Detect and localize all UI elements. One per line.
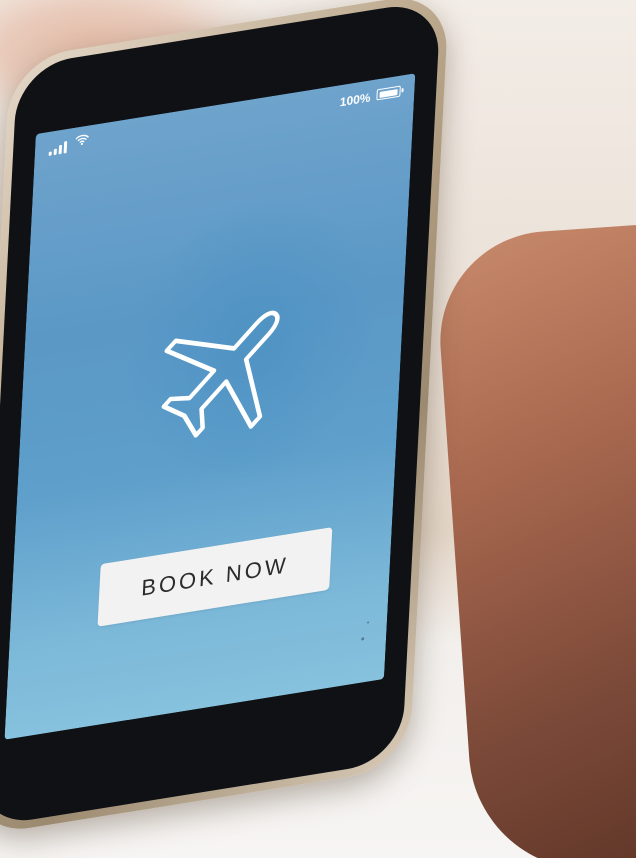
airplane-icon (161, 310, 280, 438)
battery-icon (376, 85, 401, 101)
smartphone: 100% BOOK NOW (0, 0, 450, 838)
screen-dust-speck (361, 637, 365, 641)
book-now-button[interactable]: BOOK NOW (97, 527, 333, 627)
wifi-icon (75, 134, 89, 146)
battery-level-fill (378, 88, 398, 98)
cellular-signal-icon (48, 140, 68, 156)
holding-hand (432, 222, 636, 858)
battery-percentage: 100% (339, 90, 371, 110)
photo-scene: 100% BOOK NOW (0, 0, 636, 858)
screen-dust-speck (367, 621, 370, 624)
phone-screen: 100% BOOK NOW (4, 73, 416, 740)
